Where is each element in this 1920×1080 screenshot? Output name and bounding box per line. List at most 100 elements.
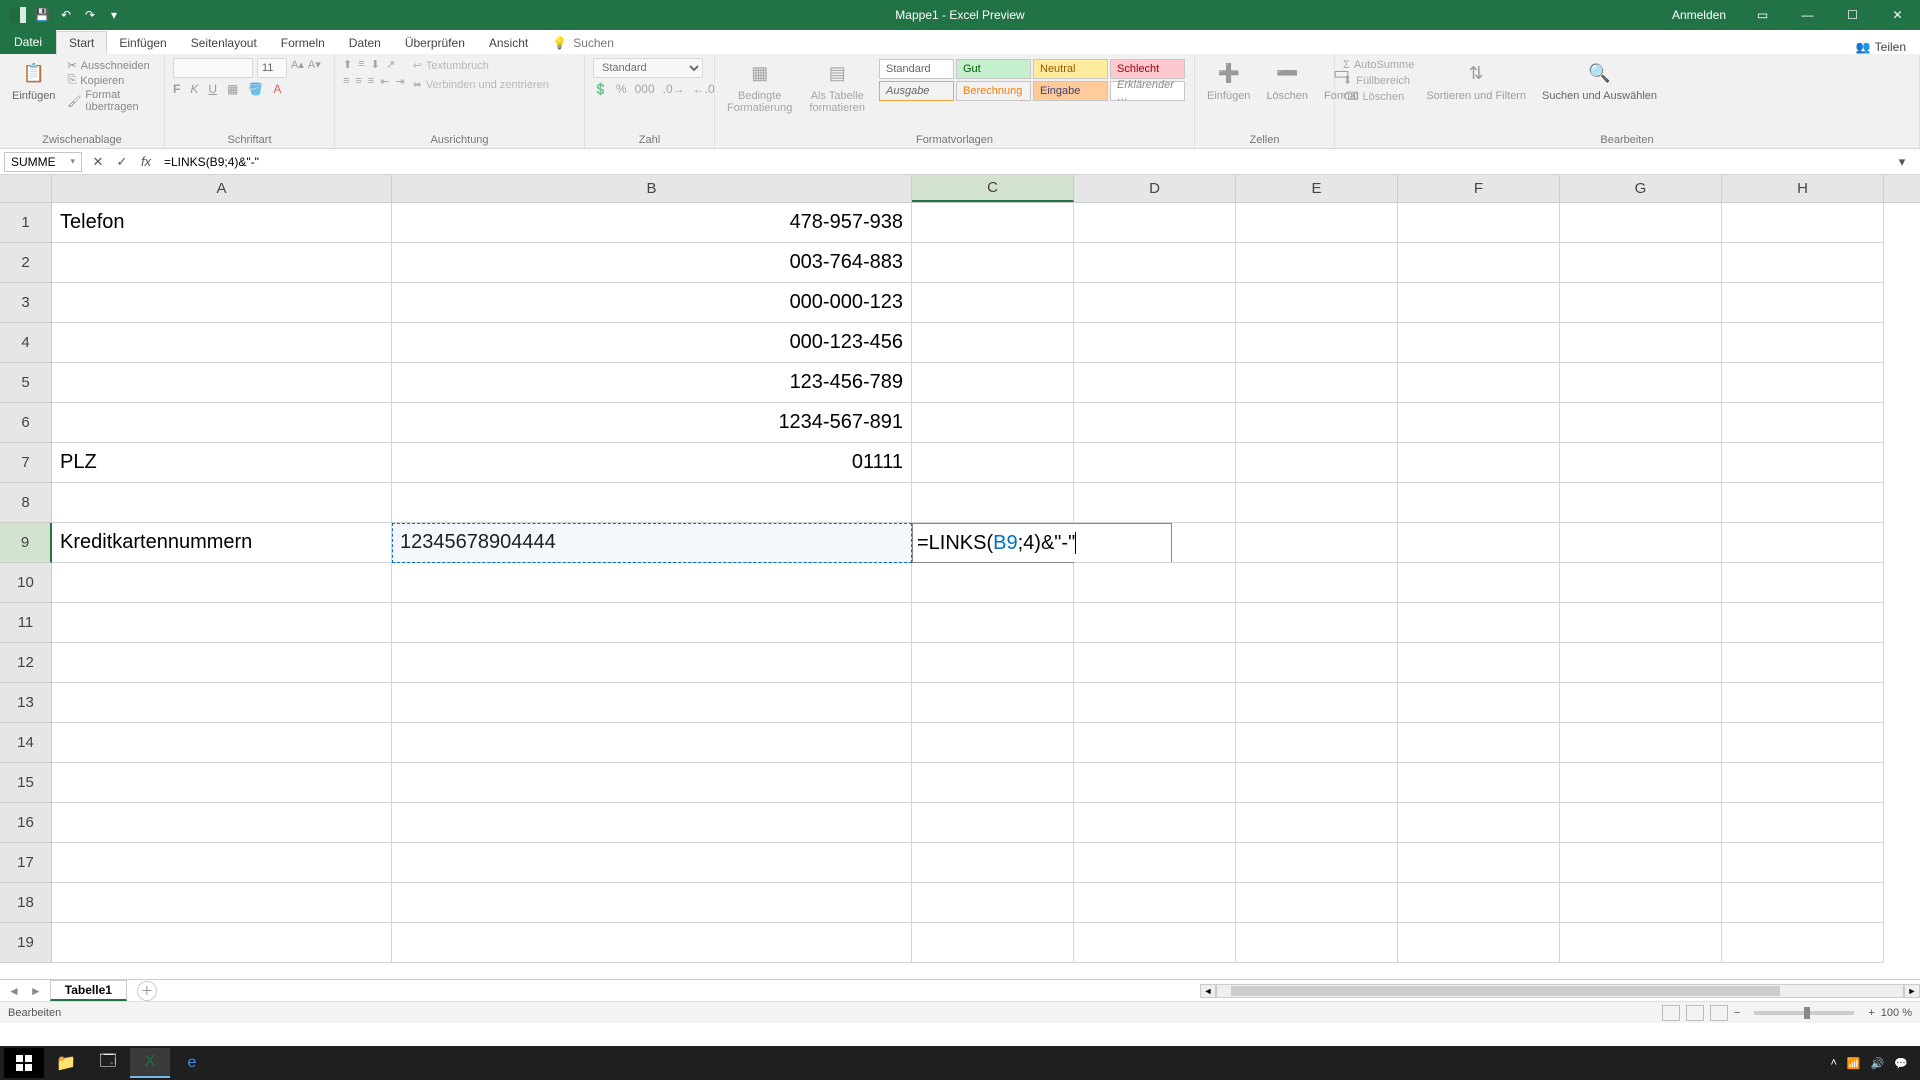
decrease-font-icon[interactable]: A▾ [308,58,321,78]
cell-b4[interactable]: 000-123-456 [392,323,912,363]
cell-g10[interactable] [1560,563,1722,603]
align-left-icon[interactable]: ≡ [343,75,349,88]
cell-a3[interactable] [52,283,392,323]
cell-g12[interactable] [1560,643,1722,683]
cell-a19[interactable] [52,923,392,963]
cell-f3[interactable] [1398,283,1560,323]
tab-home[interactable]: Start [56,31,107,55]
paste-button[interactable]: 📋 Einfügen [8,58,59,104]
cell-h13[interactable] [1722,683,1884,723]
cell-d14[interactable] [1074,723,1236,763]
cell-a5[interactable] [52,363,392,403]
col-header-g[interactable]: G [1560,175,1722,202]
cell-e6[interactable] [1236,403,1398,443]
border-button[interactable]: ▦ [227,82,238,96]
qat-customize-icon[interactable]: ▾ [104,5,124,25]
style-input[interactable]: Eingabe [1033,81,1108,101]
minimize-button[interactable]: — [1785,0,1830,30]
cell-e4[interactable] [1236,323,1398,363]
tab-file[interactable]: Datei [0,30,56,54]
ribbon-display-icon[interactable]: ▭ [1740,0,1785,30]
cell-a9[interactable]: Kreditkartennummern [52,523,392,563]
cell-e1[interactable] [1236,203,1398,243]
wrap-text-button[interactable]: ↩Textumbruch [413,58,549,73]
cell-f14[interactable] [1398,723,1560,763]
start-button[interactable] [4,1048,44,1078]
cell-b14[interactable] [392,723,912,763]
cell-c19[interactable] [912,923,1074,963]
row-header-5[interactable]: 5 [0,363,52,403]
font-color-button[interactable]: A [273,82,281,96]
hscroll-thumb[interactable] [1231,986,1780,996]
cell-d9[interactable] [1074,523,1236,563]
cell-h16[interactable] [1722,803,1884,843]
cell-a14[interactable] [52,723,392,763]
cell-e9[interactable] [1236,523,1398,563]
sheet-nav-next-icon[interactable]: ► [30,984,42,998]
cell-c7[interactable] [912,443,1074,483]
cell-a1[interactable]: Telefon [52,203,392,243]
share-button[interactable]: 👥 Teilen [1842,40,1920,54]
hscroll-right-button[interactable]: ► [1904,984,1920,998]
cell-h11[interactable] [1722,603,1884,643]
cell-c8[interactable] [912,483,1074,523]
cell-d13[interactable] [1074,683,1236,723]
cell-e15[interactable] [1236,763,1398,803]
cell-h8[interactable] [1722,483,1884,523]
cell-d2[interactable] [1074,243,1236,283]
view-normal-button[interactable] [1662,1005,1680,1021]
tab-data[interactable]: Daten [337,32,393,54]
cell-b7[interactable]: 01111 [392,443,912,483]
cell-c16[interactable] [912,803,1074,843]
cell-b19[interactable] [392,923,912,963]
cell-c2[interactable] [912,243,1074,283]
cell-g2[interactable] [1560,243,1722,283]
cut-button[interactable]: ✂Ausschneiden [67,58,156,73]
cell-a16[interactable] [52,803,392,843]
taskbar-excel[interactable]: X [130,1048,170,1078]
cell-b18[interactable] [392,883,912,923]
cell-b1[interactable]: 478-957-938 [392,203,912,243]
zoom-in-button[interactable]: + [1868,1007,1874,1019]
row-header-12[interactable]: 12 [0,643,52,683]
cell-c5[interactable] [912,363,1074,403]
tab-page-layout[interactable]: Seitenlayout [179,32,269,54]
cell-e5[interactable] [1236,363,1398,403]
decrease-decimal-icon[interactable]: ←.0 [693,82,715,96]
font-size-select[interactable] [257,58,287,78]
cell-f9[interactable] [1398,523,1560,563]
cell-g7[interactable] [1560,443,1722,483]
cell-d1[interactable] [1074,203,1236,243]
cell-a7[interactable]: PLZ [52,443,392,483]
cell-g14[interactable] [1560,723,1722,763]
cell-h12[interactable] [1722,643,1884,683]
cell-f8[interactable] [1398,483,1560,523]
cell-f15[interactable] [1398,763,1560,803]
row-header-16[interactable]: 16 [0,803,52,843]
row-header-18[interactable]: 18 [0,883,52,923]
col-header-a[interactable]: A [52,175,392,202]
cell-f19[interactable] [1398,923,1560,963]
align-middle-icon[interactable]: ≡ [358,58,364,71]
cell-f16[interactable] [1398,803,1560,843]
underline-button[interactable]: U [208,82,217,96]
taskbar-file-explorer[interactable]: 📁 [46,1048,86,1078]
increase-indent-icon[interactable]: ⇥ [395,75,404,88]
cell-f18[interactable] [1398,883,1560,923]
cell-h9[interactable] [1722,523,1884,563]
cell-b8[interactable] [392,483,912,523]
cell-g17[interactable] [1560,843,1722,883]
comma-icon[interactable]: 000 [635,82,655,96]
cell-d5[interactable] [1074,363,1236,403]
cell-a11[interactable] [52,603,392,643]
row-header-10[interactable]: 10 [0,563,52,603]
tray-volume-icon[interactable]: 🔊 [1871,1057,1885,1070]
col-header-b[interactable]: B [392,175,912,202]
cell-c15[interactable] [912,763,1074,803]
sort-filter-button[interactable]: ⇅Sortieren und Filtern [1422,58,1530,104]
cell-c12[interactable] [912,643,1074,683]
style-neutral[interactable]: Neutral [1033,59,1108,79]
cell-h10[interactable] [1722,563,1884,603]
sheet-tab[interactable]: Tabelle1 [50,980,127,1001]
row-header-17[interactable]: 17 [0,843,52,883]
